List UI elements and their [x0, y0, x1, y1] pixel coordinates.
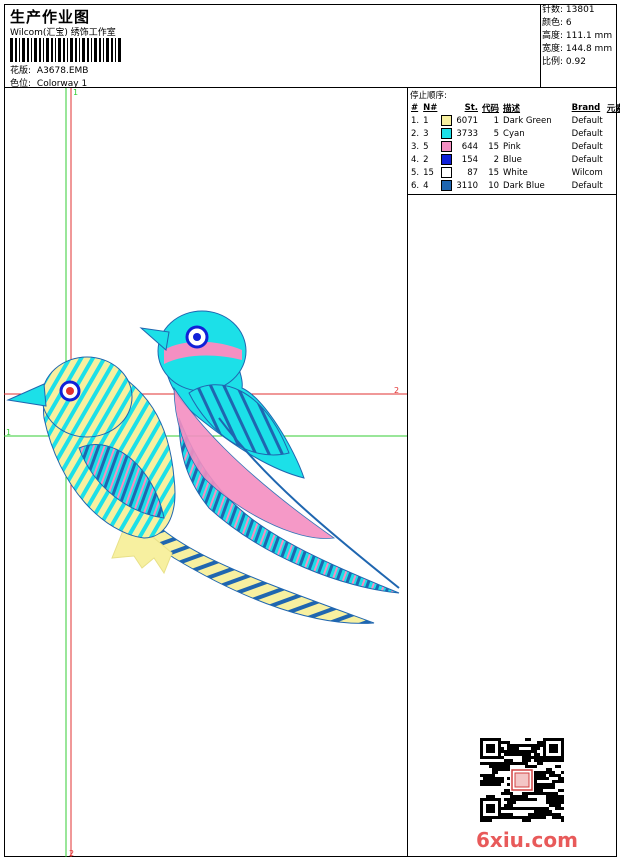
col-desc: 描述	[503, 103, 521, 114]
row-stitches: 644	[461, 141, 479, 152]
row-element	[605, 140, 620, 153]
row-code: 15	[488, 167, 500, 178]
row-code: 5	[493, 128, 500, 139]
row-desc: Pink	[503, 141, 521, 152]
barcode	[10, 38, 121, 62]
qr-code	[480, 738, 564, 822]
row-element	[605, 153, 620, 166]
stat-scale: 比例: 0.92	[542, 57, 586, 67]
row-brand: Default	[571, 115, 603, 126]
row-stitches: 3733	[456, 128, 479, 139]
row-stitches: 87	[467, 167, 479, 178]
header-info: 生产作业图 Wilcom(汇宝) 绣饰工作室 花版: A3678.EMB 色位:…	[4, 4, 541, 89]
design-preview: 1 2 1 2	[4, 88, 407, 857]
row-desc: Dark Green	[503, 115, 552, 126]
design-stats: 针数: 13801 颜色: 6 高度: 111.1 mm 宽度: 144.8 m…	[541, 4, 617, 88]
row-swatch	[439, 140, 454, 153]
guide-label-h1: 1	[6, 428, 11, 437]
embroidery-artwork: 1 2 1 2	[4, 88, 407, 857]
guide-label-v2: 2	[69, 849, 74, 857]
row-code: 15	[488, 141, 500, 152]
guide-label-h2: 2	[394, 386, 399, 395]
back-bird-head	[41, 356, 133, 438]
row-swatch	[439, 127, 454, 140]
col-needle: N#	[423, 102, 438, 113]
page-title: 生产作业图	[10, 8, 91, 26]
row-desc: White	[503, 167, 528, 178]
row-code: 2	[493, 154, 500, 165]
stop-sequence-table: # N# St. 代码 描述 Brand 元素 1. 1 6071 1 Dark Gre…	[409, 101, 620, 192]
row-swatch	[439, 179, 454, 192]
table-row: 6. 4 3110 10 Dark Blue Default	[409, 179, 620, 192]
row-element	[605, 166, 620, 179]
design-value: A3678.EMB	[36, 66, 89, 76]
color-swatch	[441, 180, 453, 191]
row-index: 5.	[411, 167, 420, 178]
front-bird-beak	[139, 327, 170, 351]
row-brand: Default	[571, 154, 603, 165]
table-row: 4. 2 154 2 Blue Default	[409, 153, 620, 166]
col-index: #	[411, 102, 419, 113]
company-name: Wilcom(汇宝) 绣饰工作室	[10, 28, 116, 38]
row-index: 1.	[411, 115, 420, 126]
row-stitches: 3110	[456, 180, 479, 191]
color-swatch	[441, 167, 453, 178]
stat-colors: 颜色: 6	[542, 18, 572, 28]
watermark-logo: 6xiu.com	[476, 828, 578, 852]
col-swatch	[439, 101, 454, 114]
design-file: 花版: A3678.EMB	[10, 63, 88, 76]
col-code: 代码	[482, 103, 500, 114]
row-swatch	[439, 153, 454, 166]
row-needle: 2	[423, 154, 429, 165]
row-code: 1	[493, 115, 500, 126]
row-desc: Dark Blue	[503, 180, 545, 191]
row-stitches: 6071	[456, 115, 479, 126]
row-desc: Blue	[503, 154, 522, 165]
front-bird-pupil	[193, 333, 201, 341]
color-swatch	[441, 154, 453, 165]
row-needle: 1	[423, 115, 429, 126]
color-swatch	[441, 128, 453, 139]
row-brand: Wilcom	[571, 167, 603, 178]
color-swatch	[441, 115, 453, 126]
table-header-row: # N# St. 代码 描述 Brand 元素	[409, 101, 620, 114]
back-bird-pupil	[66, 387, 74, 395]
col-stitches: St.	[464, 102, 479, 113]
stat-stitches: 针数: 13801	[542, 5, 595, 15]
row-brand: Default	[571, 180, 603, 191]
row-swatch	[439, 166, 454, 179]
stop-sequence-caption: 停止顺序:	[410, 91, 447, 101]
table-row: 1. 1 6071 1 Dark Green Default	[409, 114, 620, 127]
table-row: 5. 15 87 15 White Wilcom	[409, 166, 620, 179]
row-needle: 4	[423, 180, 429, 191]
design-label: 花版:	[10, 66, 32, 76]
row-code: 10	[488, 180, 500, 191]
row-stitches: 154	[461, 154, 479, 165]
table-row: 3. 5 644 15 Pink Default	[409, 140, 620, 153]
row-element	[605, 127, 620, 140]
row-swatch	[439, 114, 454, 127]
row-needle: 3	[423, 128, 429, 139]
col-brand: Brand	[571, 102, 601, 113]
row-needle: 15	[423, 167, 434, 178]
col-element: 元素	[606, 103, 620, 114]
row-index: 2.	[411, 128, 420, 139]
row-index: 4.	[411, 154, 420, 165]
guide-label-v1: 1	[73, 88, 78, 97]
row-needle: 5	[423, 141, 429, 152]
color-swatch	[441, 141, 453, 152]
row-brand: Default	[571, 141, 603, 152]
table-row: 2. 3 3733 5 Cyan Default	[409, 127, 620, 140]
back-bird-beak	[6, 383, 47, 407]
stop-sequence-panel: 停止顺序: # N# St. 代码 描述 Brand 元素 1. 1 6071 1 Da…	[407, 88, 620, 195]
row-element	[605, 179, 620, 192]
row-index: 6.	[411, 180, 420, 191]
row-desc: Cyan	[503, 128, 525, 139]
row-brand: Default	[571, 128, 603, 139]
stat-width: 宽度: 144.8 mm	[542, 44, 613, 54]
row-element	[605, 114, 620, 127]
row-index: 3.	[411, 141, 420, 152]
stat-height: 高度: 111.1 mm	[542, 31, 613, 41]
